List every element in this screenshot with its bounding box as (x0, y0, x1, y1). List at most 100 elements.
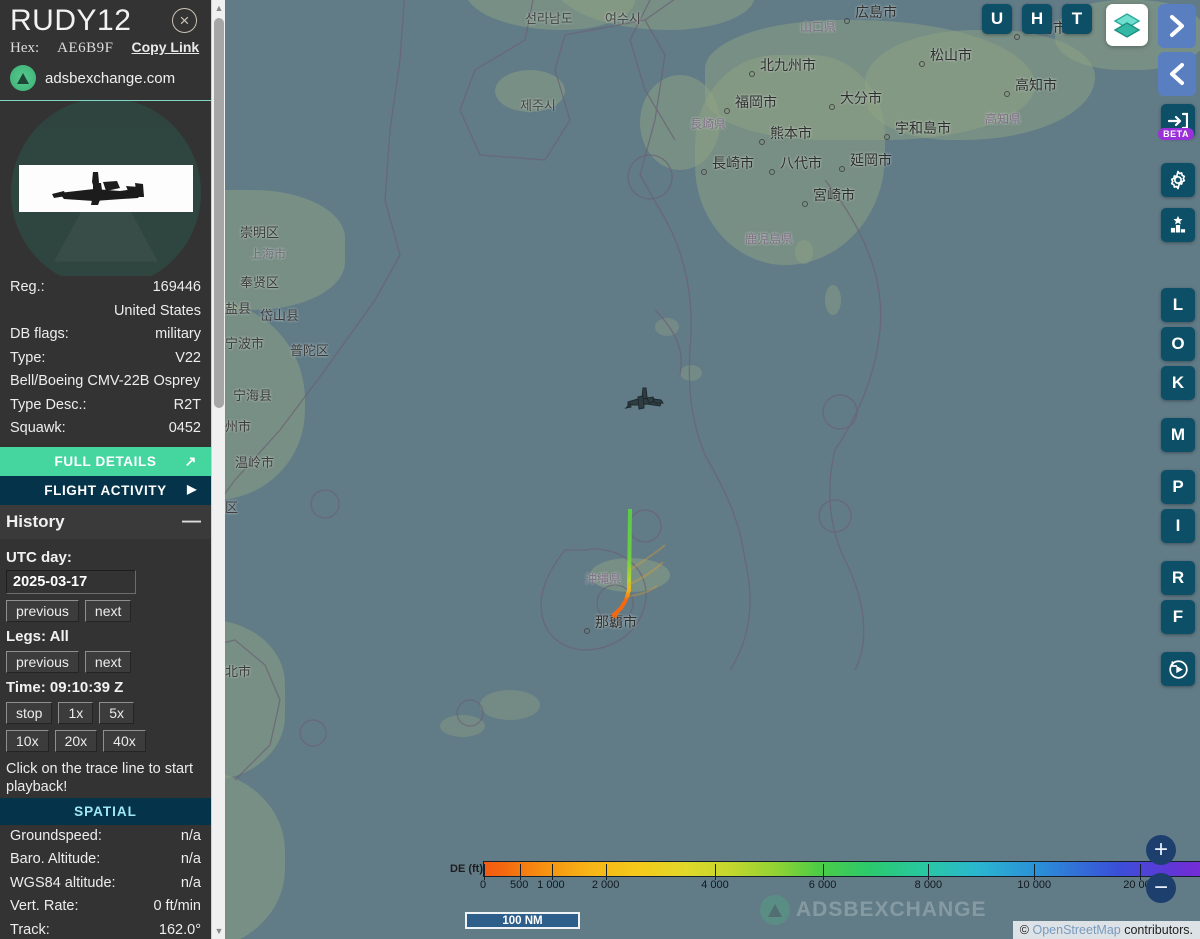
beta-badge: BETA (1158, 128, 1194, 140)
playback-speed-5x[interactable]: 5x (99, 701, 135, 724)
spatial-row: Groundspeed: n/a (0, 825, 211, 849)
utc-day-input[interactable] (6, 569, 136, 594)
settings-button[interactable] (1161, 163, 1195, 197)
close-panel-button[interactable]: × (172, 8, 197, 33)
altitude-tick (822, 864, 824, 880)
scroll-down-arrow-icon[interactable]: ▼ (212, 923, 225, 939)
detail-key: Type Desc.: (10, 396, 87, 413)
altitude-legend-label: DE (ft) (450, 863, 483, 875)
city-dot-icon (844, 18, 850, 24)
toolbar-button-t[interactable]: T (1062, 4, 1092, 34)
spatial-value: 162.0° (158, 921, 201, 938)
altitude-tick-label: 10 000 (1017, 879, 1052, 891)
panel-scrollbar[interactable]: ▲ ▼ (211, 0, 225, 939)
full-details-button[interactable]: FULL DETAILS ↗ (0, 446, 211, 476)
toolbar-button-l[interactable]: L (1161, 288, 1195, 322)
detail-row: Type: V22 (0, 347, 211, 371)
playback-speed-40x[interactable]: 40x (103, 729, 146, 752)
toolbar-button-i[interactable]: I (1161, 509, 1195, 543)
city-dot-icon (919, 61, 925, 67)
altitude-tick (928, 864, 930, 880)
detail-row: Reg.: 169446 (0, 276, 211, 300)
zoom-in-button[interactable]: + (1146, 835, 1176, 865)
flight-activity-button[interactable]: FLIGHT ACTIVITY ▶ (0, 475, 211, 505)
history-title: History (6, 511, 65, 531)
toolbar-button-r[interactable]: R (1161, 561, 1195, 595)
toolbar-button-u[interactable]: U (982, 4, 1012, 34)
aircraft-photo[interactable] (0, 101, 211, 276)
spatial-key: Groundspeed: (10, 827, 102, 844)
map-layers-button[interactable] (1106, 4, 1148, 46)
history-section-header: History — (0, 504, 211, 539)
spatial-key: Vert. Rate: (10, 898, 79, 914)
altitude-tick-label: 500 (509, 879, 529, 891)
altitude-tick (606, 864, 608, 880)
legs-label: Legs: All (6, 627, 69, 645)
altitude-tick (1139, 864, 1141, 880)
brand-name: adsbexchange.com (45, 69, 176, 87)
chevron-right-icon: ▶ (187, 481, 197, 496)
playback-speed-1x[interactable]: 1x (58, 701, 94, 724)
brand-row: adsbexchange.com (0, 57, 211, 101)
aircraft-detail-list: Reg.: 169446 United States DB flags: militar… (0, 276, 211, 441)
history-body: UTC day: previous next Legs: All previou… (0, 539, 211, 798)
panel-collapse-left-button[interactable] (1158, 52, 1196, 96)
altitude-tick (715, 864, 717, 880)
city-dot-icon (724, 108, 730, 114)
spatial-row: Baro. Altitude: n/a (0, 848, 211, 872)
legs-previous-button[interactable]: previous (6, 650, 79, 673)
day-previous-button[interactable]: previous (6, 599, 79, 622)
detail-value: 169446 (152, 279, 201, 295)
playback-speed-row-2: 10x 20x 40x (6, 729, 205, 752)
toolbar-button-p[interactable]: P (1161, 470, 1195, 504)
copy-link-button[interactable]: Copy Link (132, 39, 200, 55)
playback-speed-10x[interactable]: 10x (6, 729, 49, 752)
altitude-tick-label: 6 000 (808, 879, 837, 891)
altitude-tick-label: 1 000 (537, 879, 565, 891)
toolbar-button-o[interactable]: O (1161, 327, 1195, 361)
toolbar-button-h[interactable]: H (1022, 4, 1052, 34)
spatial-row: Vert. Rate: 0 ft/min (0, 895, 211, 919)
city-dot-icon (1004, 91, 1010, 97)
legs-nav-row: previous next (6, 650, 205, 673)
spatial-value: n/a (180, 874, 201, 891)
day-next-button[interactable]: next (84, 599, 132, 622)
playback-speed-stop[interactable]: stop (6, 701, 53, 724)
legs-next-button[interactable]: next (84, 650, 132, 673)
adsb-exchange-app: 선라남도여수시제주시山口県広島市松山市徳島市高知市高知県北九州市福岡市大分市宇和… (0, 0, 1200, 939)
detail-value: military (155, 326, 201, 342)
scroll-up-arrow-icon[interactable]: ▲ (212, 0, 225, 16)
detail-value: V22 (175, 349, 201, 366)
history-collapse-button[interactable]: — (182, 512, 201, 531)
playback-time-label: Time: 09:10:39 Z (6, 678, 124, 696)
city-dot-icon (759, 139, 765, 145)
spatial-value: n/a (180, 827, 201, 844)
replay-icon (1168, 659, 1188, 679)
full-details-label: FULL DETAILS (54, 453, 157, 469)
zoom-out-button[interactable]: − (1146, 873, 1176, 903)
toolbar-button-m[interactable]: M (1161, 418, 1195, 452)
osprey-silhouette-icon (51, 171, 144, 205)
toolbar-button-f[interactable]: F (1161, 600, 1195, 634)
watermark-text: ADSBEXCHANGE (796, 898, 987, 921)
replay-button[interactable] (1161, 652, 1195, 686)
hex-value: AE6B9F (57, 40, 114, 56)
statistics-button[interactable] (1161, 208, 1195, 242)
spatial-value: n/a (180, 851, 201, 867)
city-dot-icon (839, 166, 845, 172)
osm-attribution: © OpenStreetMap contributors. (1012, 921, 1200, 939)
map-scale-bar: 100 NM (465, 912, 580, 929)
day-nav-row: previous next (6, 599, 205, 622)
playback-speed-20x[interactable]: 20x (54, 729, 98, 752)
city-dot-icon (802, 201, 808, 207)
openstreetmap-link[interactable]: OpenStreetMap (1032, 923, 1120, 937)
toolbar-button-k[interactable]: K (1161, 366, 1195, 400)
spatial-key: WGS84 altitude: (10, 874, 116, 891)
scrollbar-thumb[interactable] (214, 18, 224, 408)
city-dot-icon (769, 169, 775, 175)
map-canvas[interactable]: 선라남도여수시제주시山口県広島市松山市徳島市高知市高知県北九州市福岡市大分市宇和… (225, 0, 1200, 939)
aircraft-marker-osprey[interactable] (623, 385, 665, 419)
aircraft-info-panel: RUDY12 Hex: AE6B9F Copy Link × adsbexcha… (0, 0, 225, 939)
panel-expand-right-button[interactable] (1158, 4, 1196, 48)
altitude-color-bar (483, 861, 1200, 880)
